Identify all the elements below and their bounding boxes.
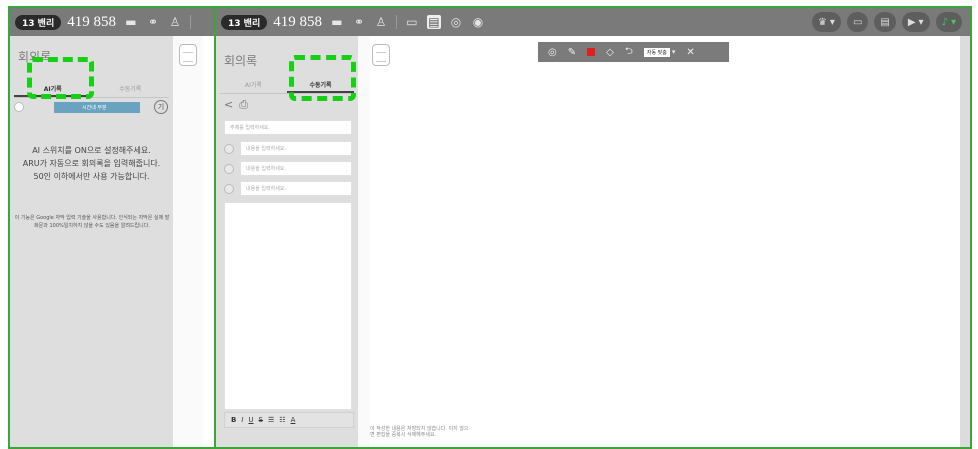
person-icon[interactable]: ♙ — [168, 15, 182, 29]
tab-manual-record[interactable]: 수동기록 — [92, 80, 170, 97]
highlight-ai-tab — [27, 57, 94, 99]
tab-ai-record[interactable]: AI기록 — [220, 76, 287, 93]
italic-button[interactable]: I — [241, 416, 243, 424]
item-input-1[interactable]: 내용을 입력하세요. — [240, 141, 352, 156]
bed-icon[interactable]: ▬ — [124, 15, 138, 29]
lock-icon[interactable]: ⚭ — [352, 15, 366, 29]
camera-icon[interactable]: ◎ — [449, 15, 463, 29]
video-icon: ▶ — [907, 16, 916, 28]
editor-toolbar: B I U S ☰ ☷ A — [224, 412, 354, 428]
notes-textarea[interactable] — [224, 202, 352, 410]
font-color-button[interactable]: A — [291, 416, 296, 424]
record-icon[interactable]: ◉ — [471, 15, 485, 29]
room-badge: 13 밴리 — [221, 14, 268, 30]
bold-button[interactable]: B — [231, 416, 236, 424]
chevron-down-icon: ▾ — [829, 16, 835, 28]
notes-icon: ▤ — [880, 16, 890, 28]
scroll-gutter[interactable] — [960, 36, 970, 447]
zoom-select[interactable]: 자동 맞춤 — [643, 47, 670, 57]
top-bar: 13 밴리 419 858 ▬ ⚭ ♙ — [10, 8, 238, 36]
crown-icon: ♛ — [817, 16, 827, 28]
ai-instructions: AI 스위치를 ON으로 설정해주세요. ARU가 자동으로 회의록을 입력해줍… — [22, 146, 161, 181]
document-panel — [358, 36, 370, 447]
notes-button[interactable]: ▤ — [874, 12, 896, 32]
document-panel — [173, 36, 203, 447]
divider — [189, 15, 191, 29]
document-icon[interactable] — [372, 44, 390, 66]
chevron-down-icon: ▾ — [671, 48, 676, 56]
room-number: 419 858 — [273, 13, 322, 30]
share-icon[interactable]: < — [224, 98, 233, 112]
google-notice: 이 기능은 Google 자막 입력 기술을 사용합니다. 인식되는 자막은 실… — [14, 215, 170, 229]
item-input-3[interactable]: 내용을 입력하세요. — [240, 181, 352, 196]
lock-icon[interactable]: ⚭ — [146, 15, 160, 29]
chevron-down-icon: ▾ — [918, 16, 924, 28]
document-icon[interactable] — [179, 44, 197, 66]
ordered-list-icon[interactable]: ☰ — [268, 416, 274, 424]
ai-status-bar: 시간내 부분 — [54, 102, 140, 113]
chevron-down-icon: ▾ — [950, 16, 956, 28]
close-icon[interactable]: ✕ — [686, 47, 694, 58]
color-red-swatch[interactable] — [587, 48, 596, 56]
print-icon[interactable]: ⎙ — [239, 98, 248, 112]
bed-icon[interactable]: ▬ — [330, 15, 344, 29]
screen-button[interactable]: ▭ — [846, 12, 869, 32]
item-checkbox-1[interactable] — [224, 144, 234, 154]
eraser-icon[interactable]: ◇ — [606, 47, 614, 58]
item-checkbox-3[interactable] — [224, 184, 234, 194]
person-icon[interactable]: ♙ — [374, 15, 388, 29]
document-icon[interactable]: ▤ — [426, 15, 441, 29]
ai-toggle[interactable] — [14, 102, 24, 112]
divider — [395, 15, 397, 29]
item-input-2[interactable]: 내용을 입력하세요. — [240, 161, 352, 176]
room-number: 419 858 — [67, 13, 116, 30]
action-icons: < ⎙ — [224, 98, 248, 112]
footer-note: 이 작성한 내용은 저장되지 않습니다. 이지 않으면 편집을 중복시 삭제해주… — [370, 426, 469, 438]
room-badge: 13 밴리 — [15, 14, 62, 30]
subject-input[interactable]: 주제를 입력하세요. — [224, 120, 352, 135]
highlight-manual-tab — [289, 55, 356, 101]
info-button[interactable]: 기 — [154, 100, 168, 114]
underline-button[interactable]: U — [248, 416, 253, 424]
undo-icon[interactable]: ⮌ — [625, 44, 633, 61]
sidebar-title: 회의록 — [224, 54, 258, 68]
annotation-toolbar: ◎ ✎ ◇ ⮌ 자동 맞춤 ▾ ✕ — [538, 42, 729, 62]
pen-icon[interactable]: ✎ — [568, 47, 576, 58]
crown-dropdown[interactable]: ♛ ▾ — [811, 12, 841, 32]
top-bar: 13 밴리 419 858 ▬ ⚭ ♙ ▭ ▤ ◎ ◉ ♛ ▾ ▭ ▤ ▶ ▾ ♪ ▾ — [216, 8, 970, 36]
right-controls: ♛ ▾ ▭ ▤ ▶ ▾ ♪ ▾ — [811, 12, 962, 32]
camera-dropdown[interactable]: ▶ ▾ — [901, 12, 930, 32]
bullet-list-icon[interactable]: ☷ — [279, 416, 285, 424]
mic-dropdown[interactable]: ♪ ▾ — [935, 12, 962, 32]
target-icon[interactable]: ◎ — [548, 47, 557, 58]
mic-icon: ♪ — [941, 16, 948, 28]
screen-icon: ▭ — [852, 16, 863, 28]
strike-button[interactable]: S — [259, 416, 263, 424]
item-checkbox-2[interactable] — [224, 164, 234, 174]
monitor-icon[interactable]: ▭ — [405, 15, 419, 29]
